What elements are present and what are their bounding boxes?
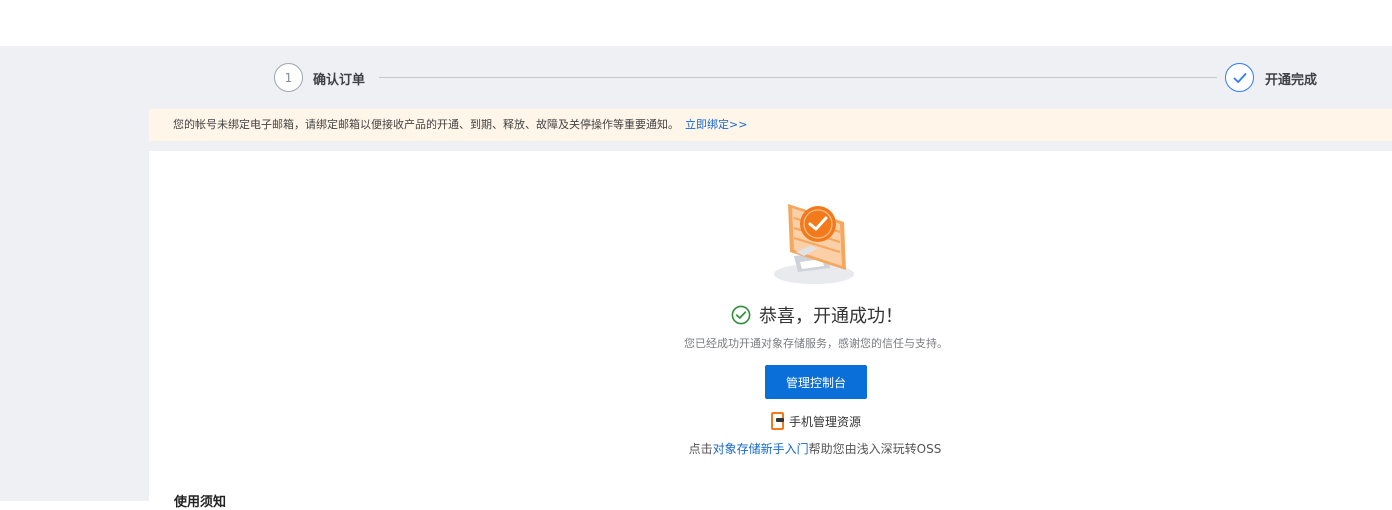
step-1-label: 确认订单	[313, 73, 366, 88]
step-connector-line	[379, 77, 1217, 78]
mobile-manage-link[interactable]: 手机管理资源	[771, 412, 861, 430]
success-description: 您已经成功开通对象存储服务，感谢您的信任与支持。	[684, 337, 948, 350]
guide-prefix: 点击	[688, 442, 713, 456]
notice-text: 您的帐号未绑定电子邮箱，请绑定邮箱以便接收产品的开通、到期、释放、故障及关停操作…	[173, 118, 679, 131]
guide-suffix: 帮助您由浅入深玩转OSS	[808, 442, 942, 456]
mobile-phone-icon	[771, 412, 784, 430]
success-illustration	[774, 204, 854, 284]
beginner-guide-row: 点击对象存储新手入门帮助您由浅入深玩转OSS	[0, 440, 1392, 457]
mobile-manage-label: 手机管理资源	[789, 414, 862, 429]
success-heading: 恭喜，开通成功！	[731, 303, 903, 327]
step-2-label: 开通完成	[1265, 73, 1318, 88]
top-bar	[0, 0, 1392, 46]
bind-now-link[interactable]: 立即绑定>>	[685, 118, 747, 131]
beginner-guide-link[interactable]: 对象存储新手入门	[713, 442, 809, 456]
success-title: 恭喜，开通成功！	[759, 306, 903, 327]
check-icon	[1233, 72, 1246, 83]
success-check-icon	[731, 305, 751, 325]
step-1-number-text: 1	[284, 70, 293, 85]
step-2-check	[1225, 63, 1254, 92]
email-bind-notice: 您的帐号未绑定电子邮箱，请绑定邮箱以便接收产品的开通、到期、释放、故障及关停操作…	[149, 109, 1392, 141]
console-button[interactable]: 管理控制台	[765, 365, 867, 399]
step-1-number: 1	[274, 63, 303, 92]
